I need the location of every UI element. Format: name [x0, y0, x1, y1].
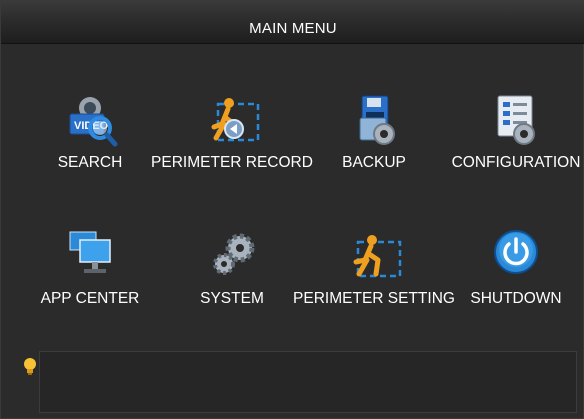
app-center-icon — [69, 231, 111, 273]
menu-item-label: CONFIGURATION — [451, 154, 581, 171]
hint-bar — [39, 351, 577, 413]
menu-item-configuration[interactable]: CONFIGURATION — [441, 94, 584, 189]
menu-item-search[interactable]: VIDEO SEARCH — [15, 94, 165, 189]
menu-item-shutdown[interactable]: SHUTDOWN — [441, 230, 584, 325]
title-bar: MAIN MENU — [1, 1, 584, 44]
menu-item-perimeter-setting[interactable]: PERIMETER SETTING — [293, 230, 455, 325]
menu-item-system[interactable]: SYSTEM — [157, 230, 307, 325]
main-menu-window: MAIN MENU VIDEO SEARCH PERIMETER RECORD — [0, 0, 584, 419]
menu-item-perimeter-record[interactable]: PERIMETER RECORD — [151, 94, 313, 189]
system-gears-icon — [213, 233, 255, 275]
configuration-icon — [497, 95, 535, 145]
search-video-icon: VIDEO — [69, 97, 118, 147]
perimeter-record-icon — [211, 98, 260, 142]
backup-icon — [359, 95, 395, 145]
window-title: MAIN MENU — [249, 20, 337, 37]
menu-item-label: SHUTDOWN — [470, 290, 562, 307]
perimeter-setting-icon — [353, 235, 402, 278]
menu-item-app-center[interactable]: APP CENTER — [15, 230, 165, 325]
power-icon — [494, 230, 538, 274]
lightbulb-icon — [24, 358, 36, 375]
menu-item-backup[interactable]: BACKUP — [299, 94, 449, 189]
